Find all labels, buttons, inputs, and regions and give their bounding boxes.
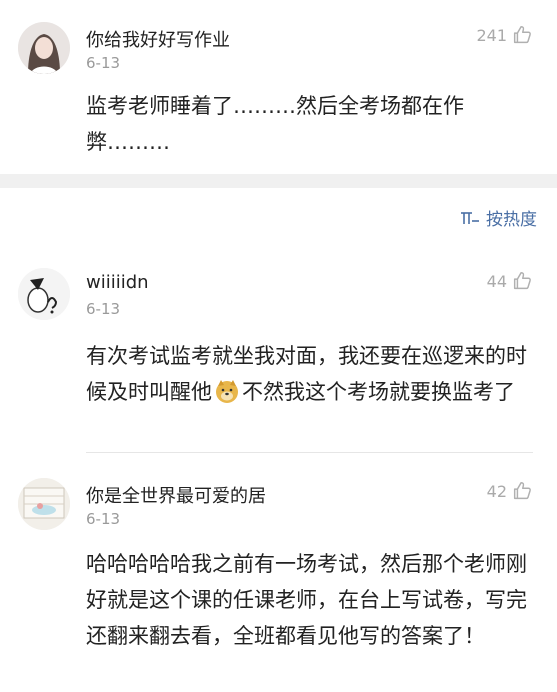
user-avatar-icon <box>18 268 70 320</box>
like-button[interactable]: 241 <box>476 24 533 46</box>
user-avatar-icon <box>18 478 70 530</box>
like-button[interactable]: 44 <box>487 270 533 292</box>
comment-text: 哈哈哈哈哈我之前有一场考试，然后那个老师刚好就是这个课的任课老师，在台上写试卷，… <box>86 552 527 648</box>
comment-separator <box>86 452 533 453</box>
sort-icon <box>461 211 479 224</box>
thumbs-up-icon <box>513 272 531 290</box>
comment-text: 有次考试监考就坐我对面，我还要在巡逻来的时候及时叫醒他 不然我这个考场就要换监考… <box>86 338 536 410</box>
avatar[interactable] <box>18 22 70 74</box>
thumbs-up-icon <box>513 26 531 44</box>
thumbs-up-icon <box>513 482 531 500</box>
avatar[interactable] <box>18 478 70 530</box>
section-divider <box>0 174 557 188</box>
sort-label: 按热度 <box>486 210 537 230</box>
like-count: 241 <box>476 25 507 45</box>
doge-emoji-icon <box>216 380 238 403</box>
comment-date: 6-13 <box>86 300 121 318</box>
like-button[interactable]: 42 <box>487 480 533 502</box>
user-avatar-icon <box>18 22 70 74</box>
username[interactable]: 你给我好好写作业 <box>86 26 230 52</box>
username[interactable]: wiiiiidn <box>86 272 149 293</box>
sort-by-hot-button[interactable]: 按热度 <box>460 205 537 230</box>
avatar[interactable] <box>18 268 70 320</box>
comment-date: 6-13 <box>86 510 121 528</box>
comment-text-part: 不然我这个考场就要换监考了 <box>242 380 515 404</box>
like-count: 44 <box>486 271 507 291</box>
username[interactable]: 你是全世界最可爱的居 <box>86 482 266 508</box>
comment-text: 监考老师睡着了………然后全考场都在作弊……… <box>86 94 464 154</box>
comment-date: 6-13 <box>86 54 121 72</box>
like-count: 42 <box>486 481 507 501</box>
